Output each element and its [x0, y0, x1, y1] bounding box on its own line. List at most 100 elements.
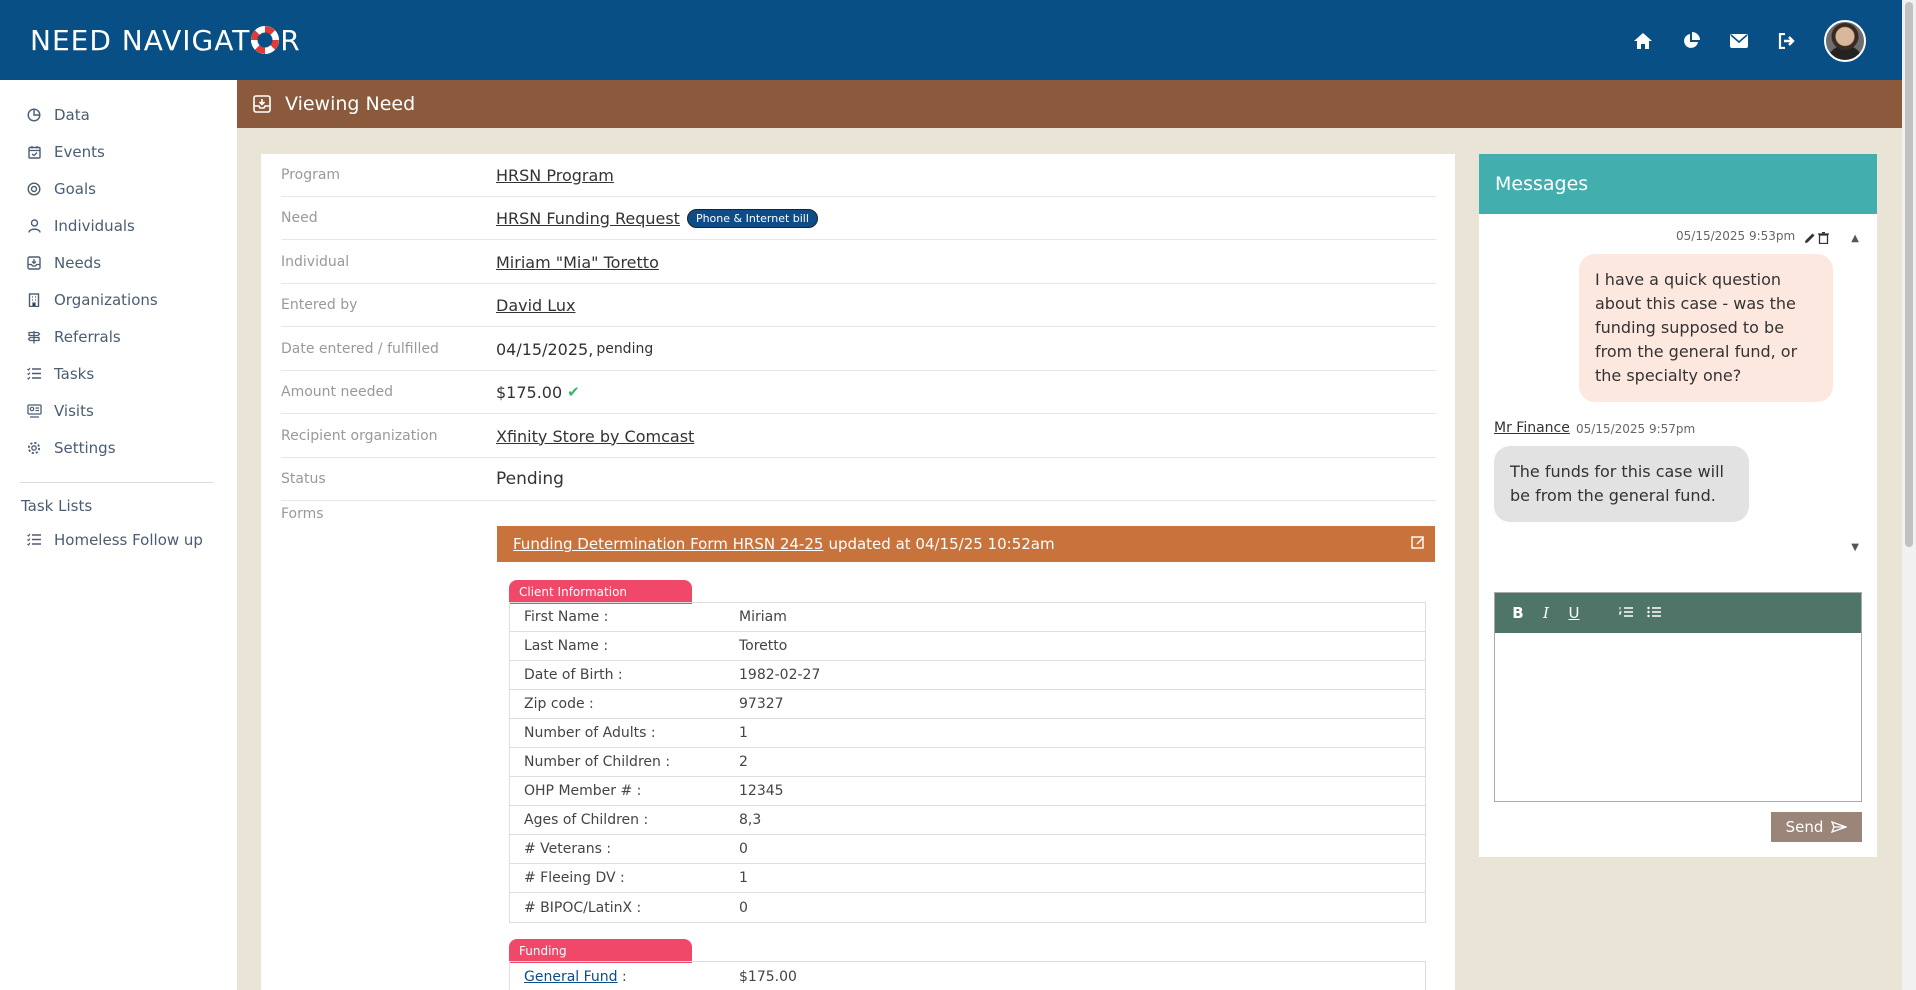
program-link[interactable]: HRSN Program [496, 166, 614, 185]
message-input[interactable] [1495, 633, 1861, 801]
app-logo[interactable]: NEED NAVIGAT R [30, 24, 301, 57]
sidebar-divider [20, 482, 213, 483]
message-sender-link[interactable]: Mr Finance [1494, 420, 1570, 436]
sidebar-item-goals[interactable]: Goals [0, 170, 237, 207]
page-header: Viewing Need [237, 80, 1902, 128]
sidebar-item-homeless-follow-up[interactable]: Homeless Follow up [0, 521, 237, 558]
message-timestamp: 05/15/2025 9:53pm [1676, 229, 1796, 243]
field-label: Number of Children : [524, 754, 671, 770]
individual-link[interactable]: Miriam "Mia" Toretto [496, 253, 659, 272]
sidebar-item-organizations[interactable]: Organizations [0, 281, 237, 318]
need-link[interactable]: HRSN Funding Request [496, 209, 680, 228]
pie-chart-icon[interactable] [1680, 30, 1702, 52]
message-bubble-sent: I have a quick question about this case … [1579, 254, 1833, 402]
message-timestamp: 05/15/2025 9:57pm [1576, 422, 1696, 436]
scrollbar-thumb[interactable] [1905, 2, 1913, 547]
message-editor: B I U [1494, 592, 1862, 802]
table-row: Zip code : 97327 [510, 690, 1425, 719]
sidebar-nav: Data Events Goals Individuals Needs Organizat… [0, 80, 237, 466]
delete-message-icon[interactable] [1818, 229, 1829, 248]
scroll-down-icon[interactable]: ▼ [1851, 542, 1859, 553]
amount-label: Amount needed [281, 384, 393, 400]
lifebuoy-icon [251, 26, 280, 54]
form-updated-text: updated at 04/15/25 10:52am [828, 535, 1055, 553]
user-avatar[interactable] [1824, 20, 1866, 62]
inbox-icon [26, 255, 42, 271]
sidebar-item-visits[interactable]: Visits [0, 392, 237, 429]
recipient-label: Recipient organization [281, 428, 438, 444]
sidebar-item-needs[interactable]: Needs [0, 244, 237, 281]
edit-icon[interactable] [1411, 535, 1425, 553]
home-icon[interactable] [1632, 30, 1654, 52]
sidebar-item-label: Data [54, 105, 90, 124]
field-value: 8,3 [739, 812, 762, 828]
mail-icon[interactable] [1728, 30, 1750, 52]
bullet-list-icon[interactable] [1647, 604, 1661, 622]
list-icon [26, 532, 42, 548]
sidebar-item-individuals[interactable]: Individuals [0, 207, 237, 244]
bold-icon[interactable]: B [1511, 604, 1525, 622]
individual-row: Individual Miriam "Mia" Toretto [281, 241, 1436, 284]
sidebar-item-tasks[interactable]: Tasks [0, 355, 237, 392]
forms-label: Forms [281, 506, 324, 522]
sidebar-item-label: Events [54, 142, 105, 161]
field-label-link[interactable]: General Fund [524, 969, 618, 985]
ordered-list-icon[interactable] [1618, 604, 1633, 622]
visit-icon [26, 403, 42, 419]
field-label: # BIPOC/LatinX : [524, 899, 642, 916]
date-fulfilled-status: pending [596, 341, 654, 357]
field-label: First Name : [524, 609, 609, 625]
sidebar-item-label: Tasks [54, 364, 95, 383]
italic-icon[interactable]: I [1539, 604, 1553, 622]
field-label: Number of Adults : [524, 725, 656, 741]
field-value: 12345 [739, 783, 784, 799]
entered-by-link[interactable]: David Lux [496, 296, 576, 315]
table-row: # Veterans : 0 [510, 835, 1425, 864]
individual-label: Individual [281, 254, 350, 270]
page-scrollbar[interactable] [1902, 0, 1916, 990]
client-information-table: First Name : Miriam Last Name : Toretto Date… [509, 602, 1426, 923]
scroll-up-icon[interactable]: ▲ [1851, 233, 1859, 244]
edit-message-icon[interactable] [1804, 229, 1816, 248]
chart-icon [26, 107, 42, 123]
sidebar-item-referrals[interactable]: Referrals [0, 318, 237, 355]
field-label: # Veterans : [524, 841, 612, 857]
table-row: Last Name : Toretto [510, 632, 1425, 661]
sidebar-item-label: Needs [54, 253, 102, 272]
list-icon [26, 366, 42, 382]
page-title: Viewing Need [285, 93, 416, 115]
calendar-icon [26, 144, 42, 160]
need-label: Need [281, 210, 318, 226]
signpost-icon [26, 329, 42, 345]
field-value: 1 [739, 870, 748, 886]
sidebar-item-data[interactable]: Data [0, 96, 237, 133]
program-label: Program [281, 167, 341, 183]
field-value: Toretto [739, 638, 788, 654]
messages-panel: Messages 05/15/2025 9:53pm ▲ I have a qu… [1479, 154, 1877, 857]
funding-table: General Fund : $175.00 [509, 961, 1426, 990]
logo-text-start: NEED NAVIGAT [30, 23, 251, 57]
top-navbar: NEED NAVIGAT R [0, 0, 1902, 80]
status-label: Status [281, 471, 326, 487]
amount-value: $175.00 [496, 382, 563, 402]
check-icon: ✔ [567, 383, 580, 401]
form-link[interactable]: Funding Determination Form HRSN 24-25 [513, 535, 823, 553]
field-label: OHP Member # : [524, 783, 642, 799]
field-value: 1982-02-27 [739, 667, 821, 683]
recipient-link[interactable]: Xfinity Store by Comcast [496, 427, 694, 446]
date-label: Date entered / fulfilled [281, 341, 439, 357]
field-label: Date of Birth : [524, 667, 623, 683]
underline-icon[interactable]: U [1567, 604, 1581, 622]
entered-by-row: Entered by David Lux [281, 284, 1436, 327]
send-button[interactable]: Send [1771, 812, 1862, 842]
logout-icon[interactable] [1776, 30, 1798, 52]
entered-by-label: Entered by [281, 297, 358, 313]
task-lists-heading: Task Lists [21, 497, 93, 515]
message-bubble-received: The funds for this case will be from the… [1494, 446, 1749, 522]
sidebar-item-settings[interactable]: Settings [0, 429, 237, 466]
table-row: Number of Adults : 1 [510, 719, 1425, 748]
sidebar-item-events[interactable]: Events [0, 133, 237, 170]
sidebar: Data Events Goals Individuals Needs Organizat… [0, 80, 237, 990]
recipient-row: Recipient organization Xfinity Store by … [281, 415, 1436, 458]
sidebar-item-label: Visits [54, 401, 94, 420]
